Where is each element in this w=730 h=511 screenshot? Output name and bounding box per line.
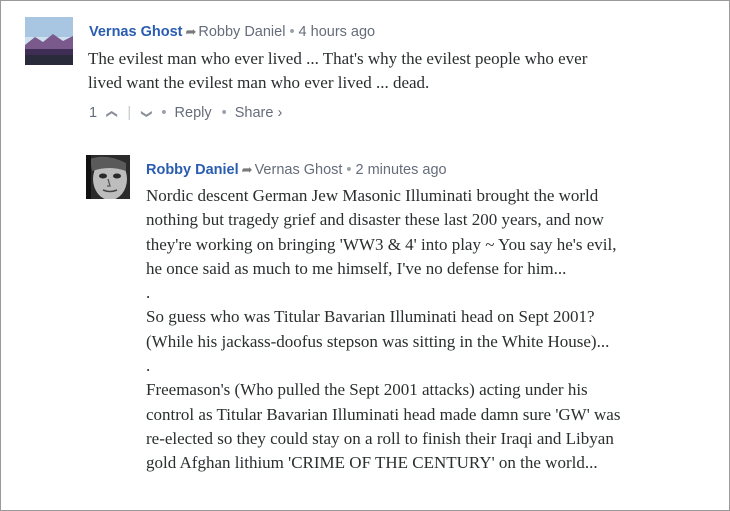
- comments-panel: Vernas Ghost ➦ Robby Daniel • 4 hours ago Th…: [0, 0, 730, 511]
- comment-header: Robby Daniel ➦ Vernas Ghost • 2 minutes ago: [146, 161, 447, 179]
- comment-line: The evilest man who ever lived ... That'…: [88, 49, 588, 68]
- bullet-separator: •: [346, 162, 352, 178]
- reply-to-name[interactable]: Vernas Ghost: [255, 162, 343, 178]
- comment-timestamp[interactable]: 2 minutes ago: [356, 162, 447, 178]
- comment-line: (While his jackass-doofus stepson was si…: [146, 331, 610, 351]
- reply-arrow-icon: ➦: [185, 24, 197, 39]
- comment-line: So guess who was Titular Bavarian Illumi…: [146, 307, 595, 327]
- reply-arrow-icon: ➦: [241, 162, 253, 177]
- bullet-separator: •: [221, 105, 227, 121]
- upvote-count: 1: [89, 105, 98, 121]
- avatar-vernas-ghost[interactable]: [25, 17, 73, 65]
- comment-line: re-elected so they could stay on a roll …: [146, 428, 614, 448]
- comment-line: lived want the evilest man who ever live…: [88, 73, 430, 93]
- share-button[interactable]: Share ›: [235, 104, 283, 122]
- avatar-face-image: [86, 155, 130, 199]
- author-name[interactable]: Vernas Ghost: [89, 24, 182, 40]
- comment-line: they're working on bringing 'WW3 & 4' in…: [146, 234, 617, 254]
- comment-body: The evilest man who ever lived ... That'…: [88, 47, 587, 96]
- upvote-icon[interactable]: ❯: [103, 109, 121, 118]
- comment-line: nothing but tragedy grief and disaster t…: [146, 210, 604, 230]
- comment-footer: 1 ❯ | ❯ • Reply • Share ›: [89, 104, 282, 123]
- reply-to-name[interactable]: Robby Daniel: [198, 24, 285, 40]
- downvote-icon[interactable]: ❯: [138, 109, 156, 118]
- comment-header: Vernas Ghost ➦ Robby Daniel • 4 hours ago: [89, 23, 375, 41]
- vote-divider: |: [127, 105, 132, 121]
- comment-line: Nordic descent German Jew Masonic Illumi…: [146, 186, 599, 205]
- bullet-separator: •: [289, 24, 295, 40]
- comment-line: gold Afghan lithium 'CRIME OF THE CENTUR…: [146, 453, 598, 473]
- avatar-landscape-image: [25, 17, 73, 65]
- comment-timestamp[interactable]: 4 hours ago: [299, 24, 376, 40]
- comment-line: control as Titular Bavarian Illuminati h…: [146, 404, 621, 424]
- avatar-robby-daniel[interactable]: [86, 155, 130, 199]
- comment-line: .: [146, 356, 151, 376]
- comment-line: Freemason's (Who pulled the Sept 2001 at…: [146, 380, 588, 400]
- author-name[interactable]: Robby Daniel: [146, 162, 239, 178]
- reply-button[interactable]: Reply: [175, 104, 212, 122]
- comment-line: .: [146, 283, 151, 303]
- bullet-separator: •: [161, 105, 167, 121]
- comment-body: Nordic descent German Jew Masonic Illumi…: [146, 184, 620, 476]
- comment-line: he once said as much to me himself, I've…: [146, 258, 567, 278]
